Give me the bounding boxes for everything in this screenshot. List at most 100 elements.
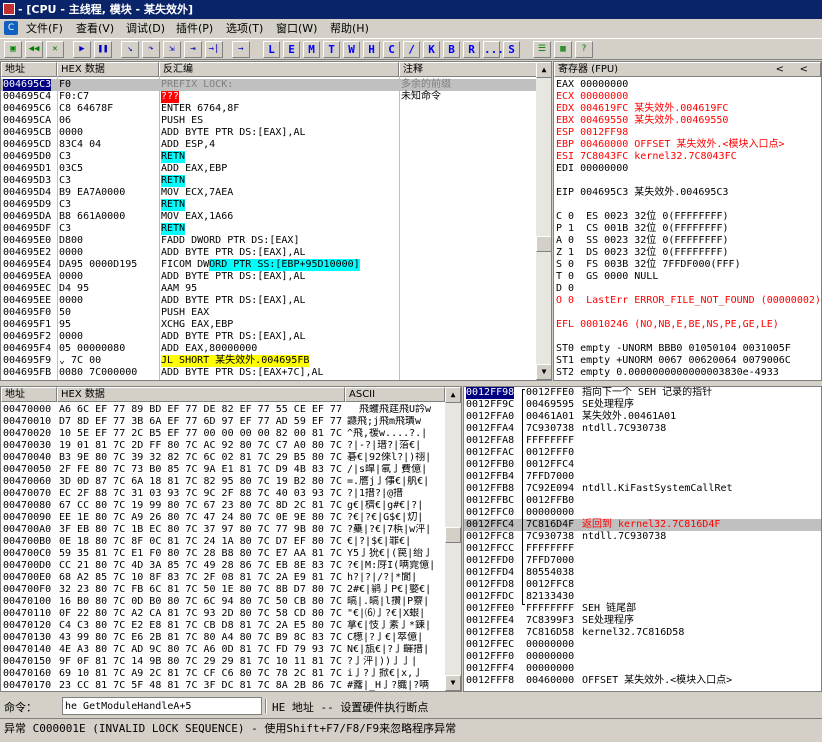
dump-row[interactable]: 004700D0 CC 21 80 7C 4D 3A 85 7C 49 28 86… <box>1 560 445 572</box>
register-line[interactable]: Z 1 DS 0023 32位 0(FFFFFFFF) <box>556 247 820 259</box>
disasm-row[interactable]: 004695F2 0000 ADD BYTE PTR DS:[EAX],AL <box>1 331 537 343</box>
register-line[interactable] <box>556 331 820 343</box>
menu-help[interactable]: 帮助(H) <box>330 19 369 38</box>
toolbar-c-button[interactable]: C <box>383 41 400 58</box>
memory-dump-pane[interactable]: 地址 HEX 数据 ASCII 00470000 A6 6C EF 77 89 B… <box>0 386 462 692</box>
register-line[interactable]: O 0 LastErr ERROR_FILE_NOT_FOUND (000000… <box>556 295 821 307</box>
dump-row[interactable]: 00470010 D7 8D EF 77 3B 6A EF 77 6D 97 EF… <box>1 416 445 428</box>
disasm-row[interactable]: 004695F1 95 XCHG EAX,EBP <box>1 319 537 331</box>
disasm-row[interactable]: 004695D1 03C5 ADD EAX,EBP <box>1 163 537 175</box>
disasm-row[interactable]: 004695D4 B9 EA7A0000 MOV ECX,7AEA <box>1 187 537 199</box>
register-line[interactable]: ST0 empty -UNORM BBB0 01050104 0031005F <box>556 343 820 355</box>
dump-scroll-thumb[interactable] <box>445 527 461 543</box>
toolbar-r-button[interactable]: R <box>463 41 480 58</box>
dump-row[interactable]: 004700C0 59 35 81 7C E1 F0 80 7C 28 B8 80… <box>1 548 445 560</box>
register-line[interactable]: EAX 00000000 <box>556 79 820 91</box>
register-line[interactable]: EIP 004695C3 某失效外.004695C3 <box>556 187 820 199</box>
register-line[interactable]: EBX 00469550 某失效外.00469550 <box>556 115 820 127</box>
stack-row[interactable]: 0012FFA8 FFFFFFFF <box>464 435 821 447</box>
toolbar-k-button[interactable]: K <box>423 41 440 58</box>
register-line[interactable]: EDX 004619FC 某失效外.004619FC <box>556 103 820 115</box>
stack-row[interactable]: 0012FFE0 FFFFFFFF SEH 链尾部 <box>464 603 821 615</box>
toolbar-e-button[interactable]: E <box>283 41 300 58</box>
disasm-row[interactable]: 004695F0 50 PUSH EAX <box>1 307 537 319</box>
disasm-row[interactable]: 004695E0 D800 FADD DWORD PTR DS:[EAX] <box>1 235 537 247</box>
disasm-row[interactable]: 004695D9 C3 RETN <box>1 199 537 211</box>
register-line[interactable]: ST3 empty 0.0 <box>556 379 820 380</box>
help-icon[interactable]: ? <box>575 41 593 58</box>
toolbar-b-button[interactable]: B <box>443 41 460 58</box>
dump-scrollbar[interactable]: ▲ ▼ <box>445 387 461 691</box>
dump-scroll-up-icon[interactable]: ▲ <box>445 387 461 403</box>
dump-row[interactable]: 00470040 B3 9E 80 7C 39 32 82 7C 6C 02 81… <box>1 452 445 464</box>
disasm-row[interactable]: 004695EE 0000 ADD BYTE PTR DS:[EAX],AL <box>1 295 537 307</box>
stack-row[interactable]: 0012FFD4 80554038 <box>464 567 821 579</box>
prev-arrow-icon[interactable]: < <box>776 63 784 76</box>
dump-row[interactable]: 00470020 10 5E EF 77 2C B5 EF 77 00 00 00… <box>1 428 445 440</box>
dump-row[interactable]: 00470080 67 CC 80 7C 19 99 80 7C 67 23 80… <box>1 500 445 512</box>
stack-row[interactable]: 0012FFBC 0012FFB0 <box>464 495 821 507</box>
register-line[interactable]: ECX 00000000 <box>556 91 820 103</box>
dump-row[interactable]: 00470140 4E A3 80 7C AD 9C 80 7C A6 0D 81… <box>1 644 445 656</box>
register-line[interactable]: A 0 SS 0023 32位 0(FFFFFFFF) <box>556 235 820 247</box>
disasm-row[interactable]: 004695CD 83C4 04 ADD ESP,4 <box>1 139 537 151</box>
dump-row[interactable]: 00470130 43 99 80 7C E6 2B 81 7C 80 A4 80… <box>1 632 445 644</box>
stack-row[interactable]: 0012FFB8 7C92E094 ntdll.KiFastSystemCallRe… <box>464 483 821 495</box>
disassembly-pane[interactable]: 地址 HEX 数据 反汇编 注释 004695C3 F0 PREFIX LOCK: 多… <box>0 61 552 381</box>
dump-row[interactable]: 004700E0 68 A2 85 7C 10 8F 83 7C 2F 08 81… <box>1 572 445 584</box>
dump-row[interactable]: 00470000 A6 6C EF 77 89 BD EF 77 DE 82 EF… <box>1 404 445 416</box>
register-line[interactable] <box>556 199 820 211</box>
stack-row[interactable]: 0012FFB0 0012FFC4 <box>464 459 821 471</box>
toolbar-l-button[interactable]: L <box>263 41 280 58</box>
trace-over-icon[interactable]: ⇥ <box>184 41 202 58</box>
disasm-row[interactable]: 004695FB 0080 7C000000 ADD BYTE PTR DS:[EA… <box>1 367 537 379</box>
dump-scroll-down-icon[interactable]: ▼ <box>445 675 461 691</box>
dump-row[interactable]: 00470150 9F 0F 81 7C 14 9B 80 7C 29 29 81… <box>1 656 445 668</box>
register-line[interactable]: ST1 empty +UNORM 0067 00620064 0079006C <box>556 355 820 367</box>
dump-header-hex[interactable]: HEX 数据 <box>57 387 345 402</box>
cpu-window-icon[interactable]: C <box>4 21 18 35</box>
pause-icon[interactable]: ❚❚ <box>94 41 112 58</box>
disasm-scrollbar[interactable]: ▲ ▼ <box>536 62 551 380</box>
disasm-row[interactable]: 004695F9 ⌄ 7C 00 JL SHORT 某失效外.004695FB <box>1 355 537 367</box>
disasm-header-disasm[interactable]: 反汇编 <box>159 62 399 77</box>
disasm-row[interactable]: 004695EC D4 95 AAM 95 <box>1 283 537 295</box>
dump-row[interactable]: 004700F0 32 23 80 7C FB 6C 81 7C 50 1E 80… <box>1 584 445 596</box>
scroll-down-icon[interactable]: ▼ <box>536 364 551 380</box>
stack-row[interactable]: 0012FFF4 00000000 <box>464 663 821 675</box>
register-line[interactable]: ESP 0012FF98 <box>556 127 820 139</box>
list-icon[interactable]: ☰ <box>533 41 551 58</box>
stack-row[interactable]: 0012FFD0 7FFD7000 <box>464 555 821 567</box>
goto-icon[interactable]: → <box>232 41 250 58</box>
stack-row[interactable]: 0012FFAC 0012FFF0 <box>464 447 821 459</box>
stack-row[interactable]: 0012FFB4 7FFD7000 <box>464 471 821 483</box>
stack-row[interactable]: 0012FFF0 00000000 <box>464 651 821 663</box>
register-line[interactable] <box>556 307 820 319</box>
toolbar-h-button[interactable]: H <box>363 41 380 58</box>
next-arrow-icon[interactable]: < <box>800 63 808 76</box>
stack-row[interactable]: 0012FFF8 00460000 OFFSET 某失效外.<模块入口点> <box>464 675 821 687</box>
disasm-row[interactable]: 004695CB 0000 ADD BYTE PTR DS:[EAX],AL <box>1 127 537 139</box>
run-icon[interactable]: ▶ <box>73 41 91 58</box>
disasm-row[interactable]: 004695D0 C3 RETN <box>1 151 537 163</box>
grid-icon[interactable]: ▦ <box>554 41 572 58</box>
close-icon[interactable]: ✕ <box>46 41 64 58</box>
disasm-row[interactable]: 004695D3 C3 RETN <box>1 175 537 187</box>
disasm-row[interactable]: 004695C3 F0 PREFIX LOCK: 多余的前缀 <box>1 79 537 91</box>
register-line[interactable]: ESI 7C8043FC kernel32.7C8043FC <box>556 151 820 163</box>
disasm-row[interactable]: 004695E4 DA95 0000D195 FICOM DWORD PTR SS:… <box>1 259 537 271</box>
disasm-row[interactable]: 004695F4 05 00000080 ADD EAX,80000000 <box>1 343 537 355</box>
registers-header[interactable]: 寄存器 (FPU) < < <box>554 62 821 77</box>
stack-row[interactable]: 0012FF98 0012FFE0 指向下一个 SEH 记录的指针 <box>464 387 821 399</box>
disasm-row[interactable]: 004695EA 0000 ADD BYTE PTR DS:[EAX],AL <box>1 271 537 283</box>
register-line[interactable]: EDI 00000000 <box>556 163 820 175</box>
register-line[interactable]: EFL 00010246 (NO,NB,E,BE,NS,PE,GE,LE) <box>556 319 820 331</box>
disasm-row[interactable]: 004695DA B8 661A0000 MOV EAX,1A66 <box>1 211 537 223</box>
scroll-up-icon[interactable]: ▲ <box>536 62 551 78</box>
stack-row[interactable]: 0012FFC4 7C816D4F 返回到 kernel32.7C816D4F <box>464 519 821 531</box>
stack-row[interactable]: 0012FF9C 00469595 SE处理程序 <box>464 399 821 411</box>
register-line[interactable]: P 1 CS 001B 32位 0(FFFFFFFF) <box>556 223 820 235</box>
stack-row[interactable]: 0012FFA0 00461A01 某失效外.00461A01 <box>464 411 821 423</box>
disasm-header-comment[interactable]: 注释 <box>399 62 537 77</box>
disasm-row[interactable]: 004695E2 0000 ADD BYTE PTR DS:[EAX],AL <box>1 247 537 259</box>
